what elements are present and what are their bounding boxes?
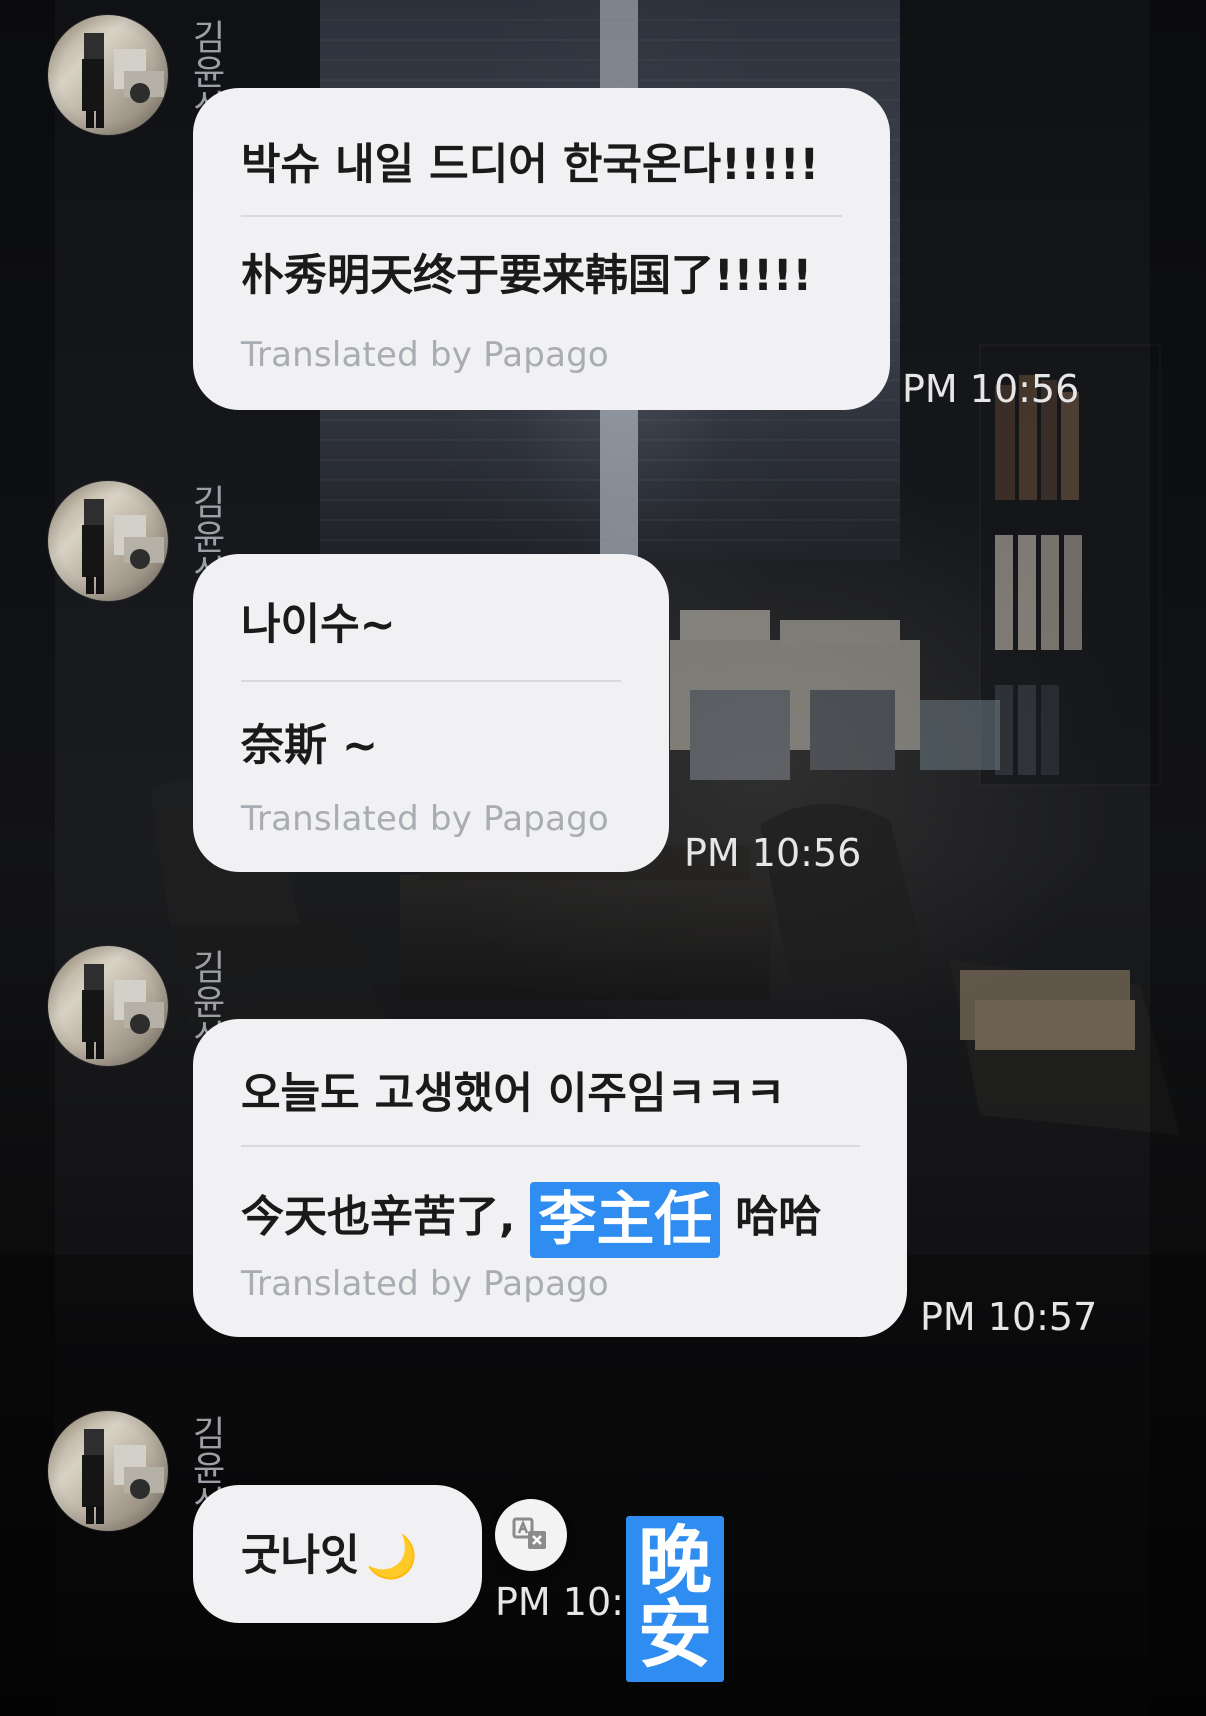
translated-message-line: 今天也辛苦了, 李主任 哈哈: [241, 1182, 821, 1258]
translation-overlay[interactable]: 晚安: [626, 1516, 724, 1682]
translated-message-suffix: 哈哈: [735, 1192, 822, 1243]
original-message-text: 오늘도 고생했어 이주임ㅋㅋㅋ: [241, 1069, 786, 1119]
translated-message-text: 奈斯 ~: [241, 721, 378, 771]
message-divider: [241, 215, 842, 217]
avatar-icon[interactable]: [48, 1411, 168, 1531]
crescent-moon-icon: 🌙: [365, 1532, 418, 1581]
translation-credit: Translated by Papago: [241, 1264, 609, 1304]
selected-text-highlight[interactable]: 李主任: [530, 1182, 721, 1258]
translation-credit: Translated by Papago: [241, 799, 609, 839]
translate-icon: [512, 1517, 546, 1549]
avatar-icon[interactable]: [48, 481, 168, 601]
original-message-text: 나이수~: [241, 600, 396, 650]
message-time: PM 10:56: [902, 367, 1080, 411]
translated-message-bubble[interactable]: 박슈 내일 드디어 한국온다!!!!! 朴秀明天终于要来韩国了!!!!! Tra…: [193, 88, 890, 410]
message-divider: [241, 1145, 860, 1147]
translated-message-bubble[interactable]: 오늘도 고생했어 이주임ㅋㅋㅋ 今天也辛苦了, 李主任 哈哈 Translate…: [193, 1019, 907, 1337]
translate-button[interactable]: [495, 1499, 567, 1571]
translated-message-prefix: 今天也辛苦了,: [241, 1192, 516, 1243]
avatar-icon[interactable]: [48, 15, 168, 135]
message-time: PM 10:56: [684, 831, 862, 875]
original-message-text: 박슈 내일 드디어 한국온다!!!!!: [241, 140, 820, 190]
original-message-text: 굿나잇: [241, 1531, 360, 1581]
message-text-line: 굿나잇 🌙: [241, 1535, 418, 1578]
avatar-icon[interactable]: [48, 946, 168, 1066]
translation-credit: Translated by Papago: [241, 335, 609, 375]
message-divider: [241, 680, 621, 682]
translated-message-text: 朴秀明天终于要来韩国了!!!!!: [241, 251, 813, 301]
message-time: PM 10:57: [920, 1295, 1098, 1339]
message-time-partial: PM 10:: [495, 1580, 624, 1624]
message-bubble[interactable]: 굿나잇 🌙: [193, 1485, 482, 1623]
translated-message-bubble[interactable]: 나이수~ 奈斯 ~ Translated by Papago: [193, 554, 669, 872]
